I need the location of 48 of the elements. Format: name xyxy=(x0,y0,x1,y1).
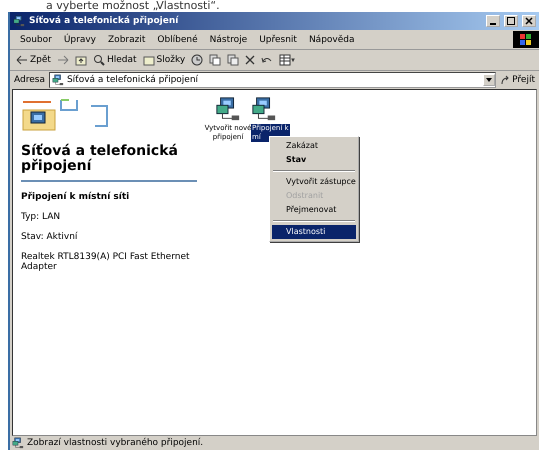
detail-text: Typ: LAN xyxy=(21,212,62,222)
menu-item[interactable]: Vytvořit zástupce xyxy=(272,175,356,189)
panel-heading: Síťová a telefonická připojení xyxy=(21,144,197,182)
address-field[interactable]: Síťová a telefonická připojení xyxy=(48,72,496,88)
window-title: Síťová a telefonická připojení xyxy=(29,16,180,26)
minimize-button[interactable] xyxy=(486,15,500,27)
folder-icon xyxy=(142,54,155,66)
menu-item[interactable]: Zakázat xyxy=(272,139,356,153)
windows-logo-icon xyxy=(513,31,539,48)
menu-item[interactable]: Oblíbené xyxy=(151,34,204,44)
go-button[interactable]: Přejít xyxy=(500,75,535,85)
up-folder-icon[interactable] xyxy=(74,54,87,66)
folders-button[interactable]: Složky xyxy=(142,54,186,66)
close-icon xyxy=(525,17,533,25)
maximize-button[interactable] xyxy=(504,15,518,27)
new-connection-icon xyxy=(215,96,241,122)
search-icon xyxy=(92,54,105,66)
views-icon[interactable] xyxy=(279,54,296,66)
back-arrow-icon xyxy=(16,55,28,65)
caret-icon xyxy=(486,78,492,82)
address-folder-icon xyxy=(52,74,64,86)
dropdown-button[interactable] xyxy=(483,74,496,86)
connection-name: Připojení k místní síti xyxy=(21,192,130,202)
menu-item[interactable]: Vlastnosti xyxy=(272,225,356,239)
network-connection-icon xyxy=(251,96,277,122)
forward-arrow-icon[interactable] xyxy=(56,55,69,65)
go-arrow-icon xyxy=(500,75,510,85)
close-button[interactable] xyxy=(522,15,536,27)
menu-item[interactable]: Stav xyxy=(272,153,356,167)
detail-text: Realtek RTL8139(A) PCI Fast Ethernet Adapter xyxy=(21,252,191,272)
menu-item[interactable]: Nápověda xyxy=(302,34,361,44)
maximize-icon xyxy=(507,17,515,25)
back-button[interactable]: Zpět xyxy=(16,55,51,65)
delete-icon[interactable] xyxy=(245,55,256,65)
search-button[interactable]: Hledat xyxy=(92,54,137,66)
detail-text: Stav: Aktivní xyxy=(21,232,78,242)
status-text: Zobrazí vlastnosti vybraného připojení. xyxy=(27,438,204,448)
menu-item[interactable]: Nástroje xyxy=(204,34,254,44)
caption-text: a vyberte možnost „Vlastnosti“. xyxy=(45,0,221,12)
window-icon xyxy=(13,15,25,27)
address-label: Adresa xyxy=(14,75,45,85)
menu-item[interactable]: Zobrazit xyxy=(102,34,152,44)
menu-item[interactable]: Soubor xyxy=(14,34,58,44)
undo-icon[interactable] xyxy=(261,55,274,65)
menu-item[interactable]: Úpravy xyxy=(58,34,102,44)
menu-item[interactable]: Přejmenovat xyxy=(272,203,356,217)
menu-item[interactable]: Upřesnit xyxy=(253,34,303,44)
history-icon[interactable] xyxy=(191,54,204,66)
